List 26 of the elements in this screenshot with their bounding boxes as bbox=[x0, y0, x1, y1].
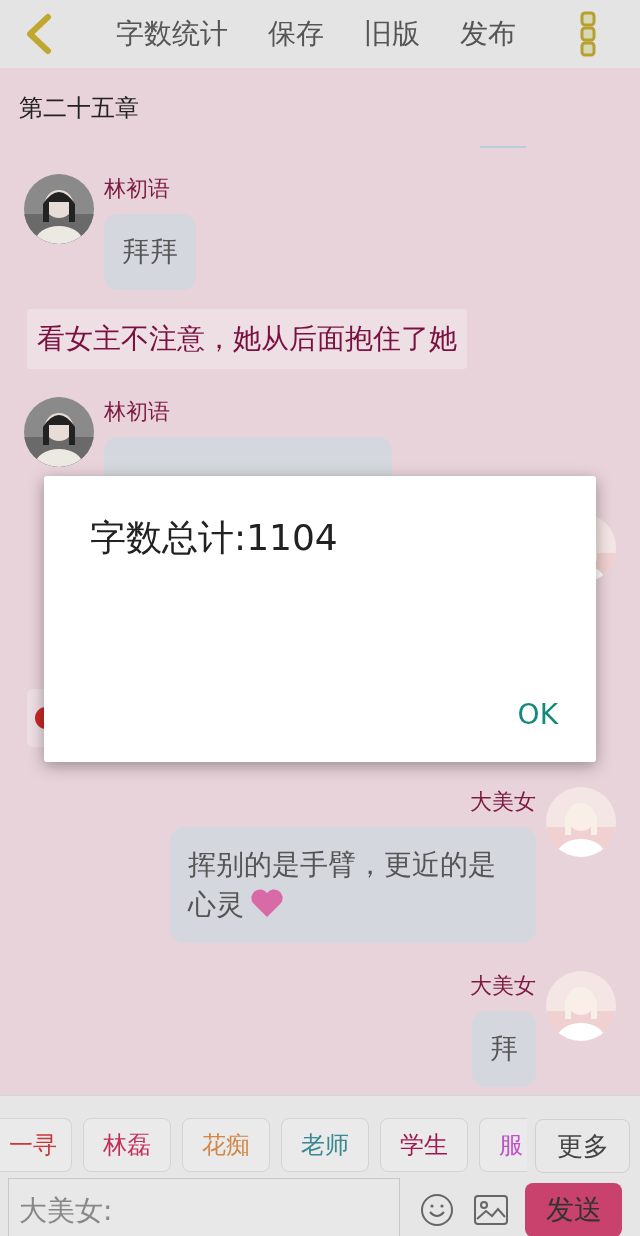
message-input[interactable]: 大美女: bbox=[8, 1178, 400, 1236]
message-bubble: 拜拜 bbox=[104, 214, 196, 290]
sender-name: 林初语 bbox=[104, 175, 170, 203]
role-chip[interactable]: 老师 bbox=[281, 1118, 369, 1172]
role-chip[interactable]: 学生 bbox=[380, 1118, 468, 1172]
toolbar-action[interactable]: 字数统计 bbox=[116, 15, 228, 53]
ok-button[interactable]: OK bbox=[511, 697, 564, 732]
role-chip[interactable]: 一寻 bbox=[0, 1118, 72, 1172]
message-bubble: 挥别的是手臂，更近的是心灵 bbox=[170, 827, 536, 943]
role-chip[interactable]: 林磊 bbox=[83, 1118, 171, 1172]
role-chip[interactable]: 花痴 bbox=[182, 1118, 270, 1172]
more-button[interactable]: 更多 bbox=[535, 1119, 630, 1173]
toolbar-action[interactable]: 旧版 bbox=[364, 15, 420, 53]
chapter-title: 第二十五章 bbox=[19, 94, 139, 122]
sender-name: 大美女 bbox=[470, 972, 536, 1000]
send-button[interactable]: 发送 bbox=[525, 1183, 622, 1236]
toolbar-action[interactable]: 发布 bbox=[460, 15, 516, 53]
toolbar-action[interactable]: 保存 bbox=[268, 15, 324, 53]
sender-name: 大美女 bbox=[470, 788, 536, 816]
dialog-message: 字数总计:1104 bbox=[90, 516, 339, 560]
sender-name: 林初语 bbox=[104, 398, 170, 426]
narration-text: 看女主不注意，她从后面抱住了她 bbox=[27, 309, 467, 369]
role-chip[interactable]: 服 bbox=[479, 1118, 527, 1172]
smile-icon[interactable] bbox=[420, 1193, 454, 1227]
message-bubble: 拜 bbox=[472, 1011, 536, 1087]
image-icon[interactable] bbox=[474, 1195, 508, 1225]
